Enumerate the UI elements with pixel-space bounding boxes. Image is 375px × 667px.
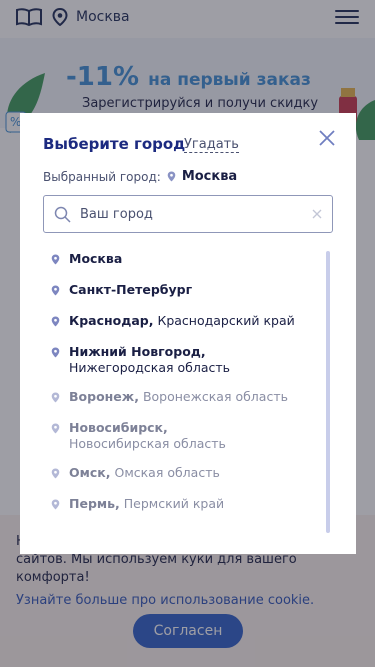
- city-list-item[interactable]: Омск, Омская область: [43, 465, 323, 481]
- city-region: Нижегородская область: [69, 360, 231, 375]
- city-list-item[interactable]: Санкт-Петербург: [43, 282, 323, 298]
- city-name: Москва: [69, 251, 123, 266]
- city-name: Омск,: [69, 465, 111, 480]
- close-icon[interactable]: [318, 129, 336, 147]
- location-pin-icon: [51, 423, 60, 434]
- city-name: Новосибирск,: [69, 420, 168, 435]
- location-pin-icon: [51, 468, 60, 479]
- city-name: Нижний Новгород,: [69, 344, 206, 359]
- city-region: Пермский край: [123, 496, 225, 511]
- selected-city-label: Выбранный город:: [43, 169, 161, 184]
- city-item-text: Воронеж, Воронежская область: [69, 389, 288, 405]
- city-list: Москва Санкт-Петербург Краснодар, Краснода…: [43, 251, 323, 546]
- city-search-field[interactable]: [43, 195, 333, 233]
- modal-title: Выберите город: [43, 135, 186, 153]
- city-list-item[interactable]: Воронеж, Воронежская область: [43, 389, 323, 405]
- city-item-text: Новосибирск, Новосибирская область: [69, 420, 226, 452]
- city-item-text: Омск, Омская область: [69, 465, 220, 481]
- city-list-item[interactable]: Москва: [43, 251, 323, 267]
- location-pin-icon: [51, 285, 60, 296]
- city-region: Новосибирская область: [69, 436, 226, 451]
- selected-city-row: Выбранный город: Москва: [43, 169, 237, 184]
- city-region: Краснодарский край: [157, 313, 295, 328]
- city-name: Краснодар,: [69, 313, 154, 328]
- city-name: Санкт-Петербург: [69, 282, 193, 297]
- city-region: Воронежская область: [142, 389, 288, 404]
- location-pin-icon: [51, 316, 60, 327]
- location-pin-icon: [51, 347, 60, 358]
- location-pin-icon: [51, 499, 60, 510]
- guess-city-button[interactable]: Угадать: [184, 137, 239, 153]
- city-item-text: Санкт-Петербург: [69, 282, 192, 298]
- city-name: Пермь,: [69, 496, 120, 511]
- city-list-item[interactable]: Пермь, Пермский край: [43, 496, 323, 512]
- location-pin-icon: [51, 254, 60, 265]
- selected-city-value: Москва: [181, 169, 238, 184]
- location-pin-icon: [167, 171, 176, 182]
- city-list-item[interactable]: Новосибирск, Новосибирская область: [43, 420, 323, 452]
- city-list-scrollbar[interactable]: [326, 251, 330, 533]
- city-list-item[interactable]: Краснодар, Краснодарский край: [43, 313, 323, 329]
- city-item-text: Москва: [69, 251, 122, 267]
- city-item-text: Нижний Новгород, Нижегородская область: [69, 344, 230, 376]
- clear-icon[interactable]: [312, 209, 322, 219]
- city-item-text: Пермь, Пермский край: [69, 496, 224, 512]
- location-pin-icon: [51, 392, 60, 403]
- search-icon: [54, 206, 71, 223]
- city-search-input[interactable]: [80, 206, 312, 222]
- city-list-item[interactable]: Нижний Новгород, Нижегородская область: [43, 344, 323, 376]
- city-select-modal: Выберите город Угадать Выбранный город: …: [20, 113, 356, 554]
- city-region: Омская область: [114, 465, 220, 480]
- city-item-text: Краснодар, Краснодарский край: [69, 313, 295, 329]
- city-name: Воронеж,: [69, 389, 139, 404]
